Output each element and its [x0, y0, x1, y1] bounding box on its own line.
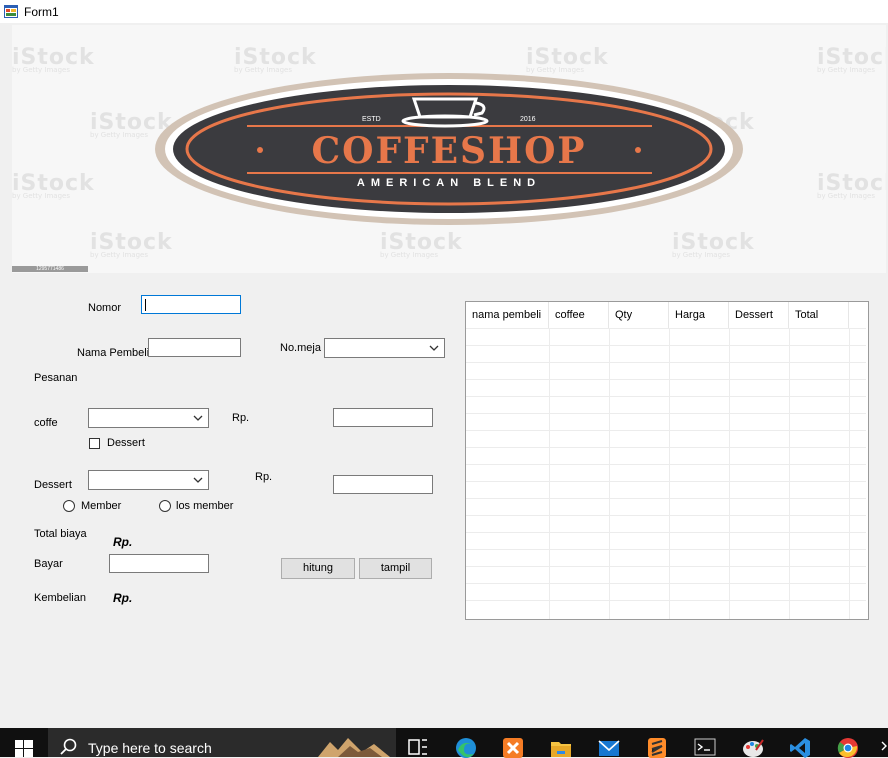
rp-dessert-label: Rp. — [255, 471, 273, 483]
file-explorer-icon[interactable] — [550, 736, 572, 758]
chevron-down-icon — [193, 415, 203, 421]
no-meja-label: No.meja — [280, 342, 321, 354]
grid-row-line — [466, 566, 866, 567]
title-bar[interactable] — [0, 0, 888, 23]
watermark: iStockby Getty Images — [380, 230, 463, 259]
grid-row-line — [466, 447, 866, 448]
watermark: iStockby Getty Images — [12, 45, 95, 74]
grid-header-harga[interactable]: Harga — [669, 302, 729, 328]
chrome-icon[interactable] — [837, 736, 859, 758]
estd-right-text: 2016 — [520, 116, 536, 123]
task-view-icon[interactable] — [407, 736, 429, 758]
coffe-label: coffe — [34, 417, 58, 429]
watermark: iStockby Getty Images — [12, 171, 95, 200]
total-biaya-label: Total biaya — [34, 528, 87, 540]
logo-main-text: COFFESHOP — [311, 130, 586, 172]
grid-row-line — [466, 362, 866, 363]
kembelian-value: Rp. — [113, 591, 133, 605]
windows-start-icon[interactable] — [15, 740, 33, 757]
grid-row-line — [466, 583, 866, 584]
grid-row-line — [466, 549, 866, 550]
mail-icon[interactable] — [598, 736, 620, 758]
grid-header-dessert[interactable]: Dessert — [729, 302, 789, 328]
total-biaya-value: Rp. — [113, 535, 133, 549]
grid-row-line — [466, 413, 866, 414]
grid-row-line — [466, 379, 866, 380]
grid-header-qty[interactable]: Qty — [609, 302, 669, 328]
nama-pembeli-input[interactable] — [148, 338, 241, 357]
dessert-checkbox-label: Dessert — [107, 437, 145, 449]
tray-icon[interactable] — [880, 738, 888, 754]
app-icon — [4, 5, 18, 18]
grid-row-line — [466, 515, 866, 516]
dessert-checkbox[interactable] — [89, 438, 100, 449]
estd-left-text: ESTD — [362, 116, 381, 123]
search-placeholder: Type here to search — [88, 740, 212, 756]
paint-icon[interactable] — [742, 736, 764, 758]
member-label: Member — [81, 500, 122, 512]
nomor-label: Nomor — [88, 302, 122, 314]
orders-datagrid[interactable]: nama pembeli coffee Qty Harga Dessert To… — [465, 301, 869, 620]
chevron-down-icon — [193, 477, 203, 483]
hitung-button[interactable]: hitung — [281, 558, 355, 579]
member-radio[interactable] — [63, 500, 75, 512]
grid-row-line — [466, 464, 866, 465]
no-meja-combobox[interactable] — [324, 338, 445, 358]
logo-sub-text: AMERICAN BLEND — [357, 177, 541, 189]
grid-row-line — [466, 396, 866, 397]
grid-row-line — [466, 532, 866, 533]
watermark: iStockby Getty Images — [817, 171, 886, 200]
vscode-icon[interactable] — [789, 736, 811, 758]
grid-col-line — [789, 328, 790, 619]
los-member-label: los member — [176, 500, 234, 512]
grid-col-line — [849, 328, 850, 619]
pesanan-label: Pesanan — [34, 372, 78, 384]
tampil-button[interactable]: tampil — [359, 558, 432, 579]
watermark: iStockby Getty Images — [672, 230, 755, 259]
los-member-radio[interactable] — [159, 500, 171, 512]
harga-coffe-input[interactable] — [333, 408, 433, 427]
grid-row-line — [466, 328, 866, 329]
search-highlight-icon — [318, 738, 390, 757]
bayar-input[interactable] — [109, 554, 209, 573]
grid-row-line — [466, 498, 866, 499]
rp-coffe-label: Rp. — [232, 412, 250, 424]
nomor-input[interactable] — [141, 295, 241, 314]
harga-dessert-input[interactable] — [333, 475, 433, 494]
grid-col-line — [609, 328, 610, 619]
coffe-combobox[interactable] — [88, 408, 209, 428]
coffeshop-logo: ESTD 2016 COFFESHOP AMERICAN BLEND — [155, 73, 743, 225]
coffeshop-banner-image: iStock by Getty Images iStock by Getty Ima… — [12, 25, 886, 273]
grid-row-line — [466, 345, 866, 346]
grid-col-line — [729, 328, 730, 619]
grid-col-line — [549, 328, 550, 619]
sublime-text-icon[interactable] — [646, 736, 668, 758]
chevron-down-icon — [429, 345, 439, 351]
grid-header-nama-pembeli[interactable]: nama pembeli — [466, 302, 549, 328]
photo-id-strip: 1295771486 — [12, 266, 88, 272]
dessert-label: Dessert — [34, 479, 72, 491]
grid-header-total[interactable]: Total — [789, 302, 849, 328]
terminal-icon[interactable] — [694, 736, 716, 758]
window-title: Form1 — [24, 5, 59, 19]
grid-row-line — [466, 430, 866, 431]
text-caret — [145, 299, 146, 311]
watermark: iStockby Getty Images — [90, 230, 173, 259]
dessert-combobox[interactable] — [88, 470, 209, 490]
edge-icon[interactable] — [455, 736, 477, 758]
grid-col-line — [669, 328, 670, 619]
nama-pembeli-label: Nama Pembeli — [77, 347, 150, 359]
grid-row-line — [466, 481, 866, 482]
kembelian-label: Kembelian — [34, 592, 86, 604]
grid-row-line — [466, 600, 866, 601]
watermark: iStockby Getty Images — [817, 45, 886, 74]
xampp-icon[interactable] — [502, 736, 524, 758]
grid-header-coffee[interactable]: coffee — [549, 302, 609, 328]
bayar-label: Bayar — [34, 558, 63, 570]
search-icon — [60, 738, 77, 755]
